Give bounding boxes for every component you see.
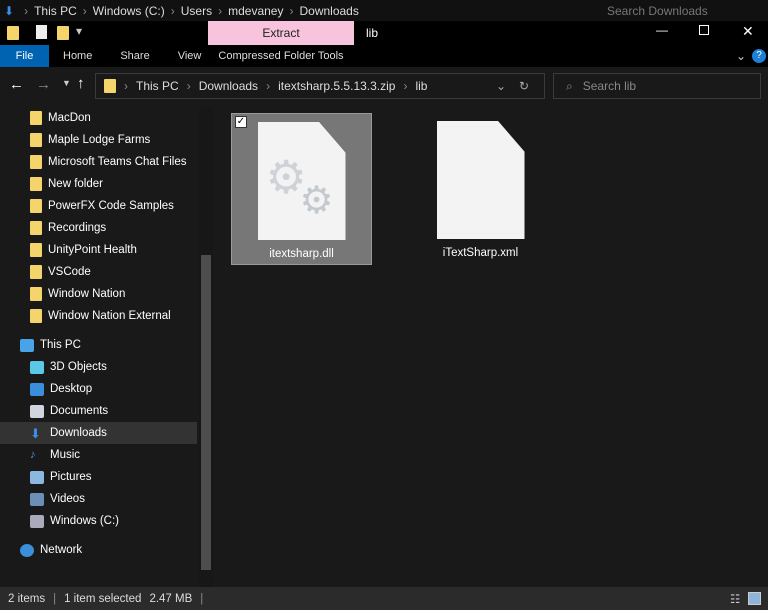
recent-locations-button[interactable]: ▼	[62, 78, 71, 88]
file-item-itextsharp-xml[interactable]: iTextSharp.xml	[410, 113, 551, 265]
nav-windows-c[interactable]: Windows (C:)	[0, 510, 197, 532]
nav-item[interactable]: UnityPoint Health	[0, 239, 197, 261]
nav-desktop[interactable]: Desktop	[0, 378, 197, 400]
xml-file-icon	[436, 121, 525, 239]
ribbon-tabs: File Home Share View Compressed Folder T…	[0, 45, 768, 67]
nav-downloads[interactable]: ⬇ Downloads	[0, 422, 197, 444]
computer-icon	[20, 338, 34, 352]
nav-item[interactable]: New folder	[0, 173, 197, 195]
music-icon: ♪	[30, 448, 36, 461]
maximize-button[interactable]	[699, 25, 709, 35]
new-folder-icon[interactable]	[57, 26, 69, 40]
scrollbar-thumb[interactable]	[201, 255, 211, 570]
status-bar: 2 items | 1 item selected 2.47 MB | ☷	[0, 587, 768, 610]
refresh-icon[interactable]: ↻	[519, 79, 529, 93]
selected-size: 2.47 MB	[149, 592, 193, 605]
large-icons-view-icon[interactable]	[748, 592, 761, 605]
extract-context-tab[interactable]: Extract	[208, 21, 354, 45]
nav-videos[interactable]: Videos	[0, 488, 197, 510]
address-bar[interactable]: › This PC › Downloads › itextsharp.5.5.13.3…	[95, 73, 545, 99]
title-bar: ▾ lib — ✕	[0, 21, 768, 45]
customize-toolbar-icon[interactable]: ▾	[76, 24, 82, 38]
background-search: Search Downloads	[607, 3, 708, 18]
nav-network[interactable]: Network	[0, 539, 197, 561]
tab-home[interactable]: Home	[49, 45, 106, 67]
navigation-pane: MacDon Maple Lodge Farms Microsoft Teams…	[0, 107, 199, 587]
crumb: This PC	[34, 3, 77, 18]
tab-file[interactable]: File	[0, 45, 49, 67]
forward-button[interactable]: →	[36, 76, 51, 93]
nav-3d-objects[interactable]: 3D Objects	[0, 356, 197, 378]
expand-ribbon-icon[interactable]: ⌄	[736, 49, 746, 63]
nav-item[interactable]: VSCode	[0, 261, 197, 283]
drive-icon	[30, 514, 44, 528]
network-icon	[20, 543, 34, 557]
breadcrumb-lib[interactable]: lib	[415, 79, 427, 93]
documents-icon	[30, 404, 44, 418]
breadcrumb-downloads[interactable]: Downloads	[199, 79, 258, 93]
close-button[interactable]: ✕	[742, 23, 754, 40]
selected-count: 1 item selected	[64, 592, 142, 605]
item-count: 2 items	[8, 592, 46, 605]
nav-item[interactable]: Maple Lodge Farms	[0, 129, 197, 151]
crumb: mdevaney	[228, 3, 284, 18]
nav-item[interactable]: MacDon	[0, 107, 197, 129]
file-name: iTextSharp.xml	[442, 247, 519, 259]
nav-item[interactable]: Microsoft Teams Chat Files	[0, 151, 197, 173]
folder-icon	[7, 26, 19, 40]
selection-checkbox[interactable]: ✓	[235, 116, 247, 128]
properties-icon[interactable]	[36, 25, 47, 39]
crumb: Downloads	[299, 3, 359, 18]
breadcrumb-zip[interactable]: itextsharp.5.5.13.3.zip	[278, 79, 395, 93]
tab-compressed-folder-tools[interactable]: Compressed Folder Tools	[208, 45, 354, 67]
search-box[interactable]: ⌕ Search lib	[553, 73, 761, 99]
search-icon: ⌕	[566, 78, 573, 93]
folder-icon	[104, 79, 116, 93]
background-window-address: ⬇ › This PC › Windows (C:) › Users › mdevane…	[0, 0, 768, 21]
nav-item[interactable]: Window Nation External	[0, 305, 197, 327]
help-icon[interactable]: ?	[752, 49, 766, 63]
down-arrow-icon: ⬇	[4, 3, 15, 18]
download-icon: ⬇	[30, 425, 41, 441]
window-title: lib	[366, 26, 379, 40]
up-button[interactable]: ↑	[77, 75, 85, 92]
nav-item[interactable]: Window Nation	[0, 283, 197, 305]
videos-icon	[30, 492, 44, 506]
minimize-button[interactable]: —	[656, 23, 668, 37]
crumb: Windows (C:)	[92, 3, 165, 18]
nav-pictures[interactable]: Pictures	[0, 466, 197, 488]
address-dropdown-icon[interactable]: ⌄	[496, 79, 506, 93]
crumb: Users	[180, 3, 213, 18]
search-placeholder: Search lib	[582, 79, 637, 93]
desktop-icon	[30, 382, 44, 396]
dll-file-icon: ⚙ ⚙	[257, 122, 346, 240]
cube-icon	[30, 360, 44, 374]
nav-item[interactable]: PowerFX Code Samples	[0, 195, 197, 217]
nav-music[interactable]: ♪ Music	[0, 444, 197, 466]
back-button[interactable]: ←	[9, 76, 24, 93]
file-item-itextsharp-dll[interactable]: ✓ ⚙ ⚙ itextsharp.dll	[231, 113, 372, 265]
pictures-icon	[30, 470, 44, 484]
file-name: itextsharp.dll	[269, 248, 334, 260]
tab-share[interactable]: Share	[106, 45, 163, 67]
breadcrumb-this-pc[interactable]: This PC	[136, 79, 179, 93]
nav-item[interactable]: Recordings	[0, 217, 197, 239]
nav-documents[interactable]: Documents	[0, 400, 197, 422]
nav-this-pc[interactable]: This PC	[0, 334, 197, 356]
details-view-icon[interactable]: ☷	[730, 592, 740, 606]
